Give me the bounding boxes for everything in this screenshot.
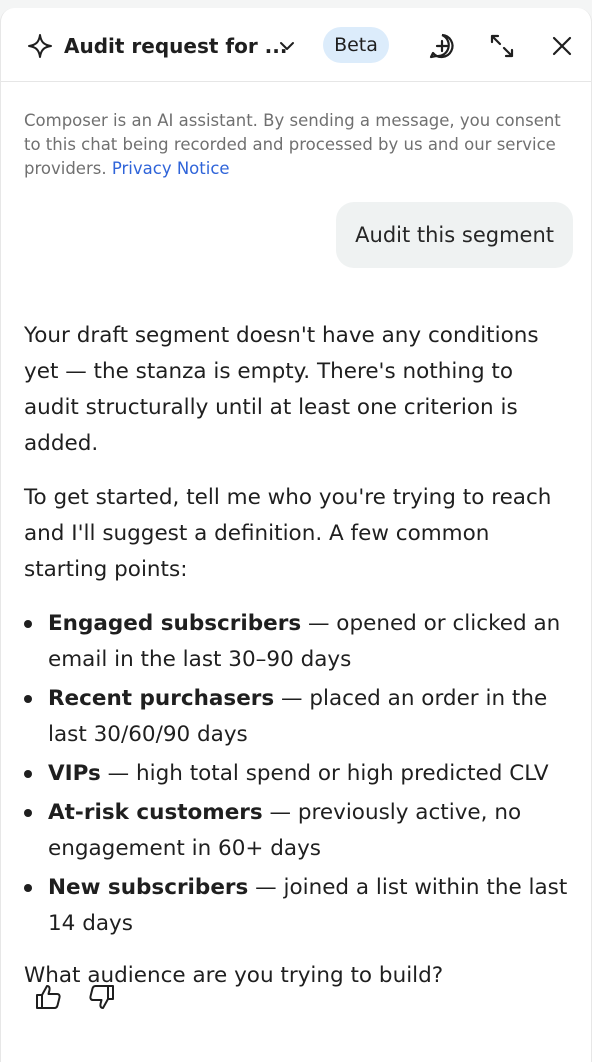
conversation-title[interactable]: Audit request for ... [64, 34, 287, 58]
chevron-down-icon[interactable] [277, 38, 297, 54]
disclaimer-text: Composer is an AI assistant. By sending … [24, 111, 561, 178]
list-item: VIPs — high total spend or high predicte… [24, 756, 574, 792]
consent-disclaimer: Composer is an AI assistant. By sending … [24, 109, 572, 181]
list-item: New subscribers — joined a list within t… [24, 870, 574, 942]
expand-icon[interactable] [488, 32, 516, 60]
assistant-paragraph-2: To get started, tell me who you're tryin… [24, 485, 552, 582]
privacy-notice-link[interactable]: Privacy Notice [112, 159, 230, 178]
starting-points-list: Engaged subscribers — opened or clicked … [24, 606, 574, 942]
list-item-title: VIPs [48, 761, 101, 786]
list-item: Engaged subscribers — opened or clicked … [24, 606, 574, 678]
new-chat-icon[interactable] [428, 32, 456, 60]
assistant-paragraph-1: Your draft segment doesn't have any cond… [24, 323, 539, 456]
list-item: Recent purchasers — placed an order in t… [24, 681, 574, 753]
list-item-title: At-risk customers [48, 800, 263, 825]
user-message-bubble: Audit this segment [336, 202, 573, 268]
assistant-message: Your draft segment doesn't have any cond… [24, 318, 574, 1012]
list-item-title: Engaged subscribers [48, 611, 302, 636]
beta-badge: Beta [323, 27, 389, 63]
sparkle-icon [28, 34, 52, 58]
list-item-title: New subscribers [48, 875, 249, 900]
list-item: At-risk customers — previously active, n… [24, 795, 574, 867]
list-item-title: Recent purchasers [48, 686, 275, 711]
thumbs-up-icon[interactable] [33, 982, 63, 1012]
panel-header: Audit request for ... Beta [1, 8, 591, 82]
thumbs-down-icon[interactable] [87, 982, 117, 1012]
close-icon[interactable] [548, 32, 576, 60]
list-item-desc: — high total spend or high predicted CLV [100, 761, 549, 786]
composer-panel: Audit request for ... Beta Composer is a… [0, 8, 592, 1062]
